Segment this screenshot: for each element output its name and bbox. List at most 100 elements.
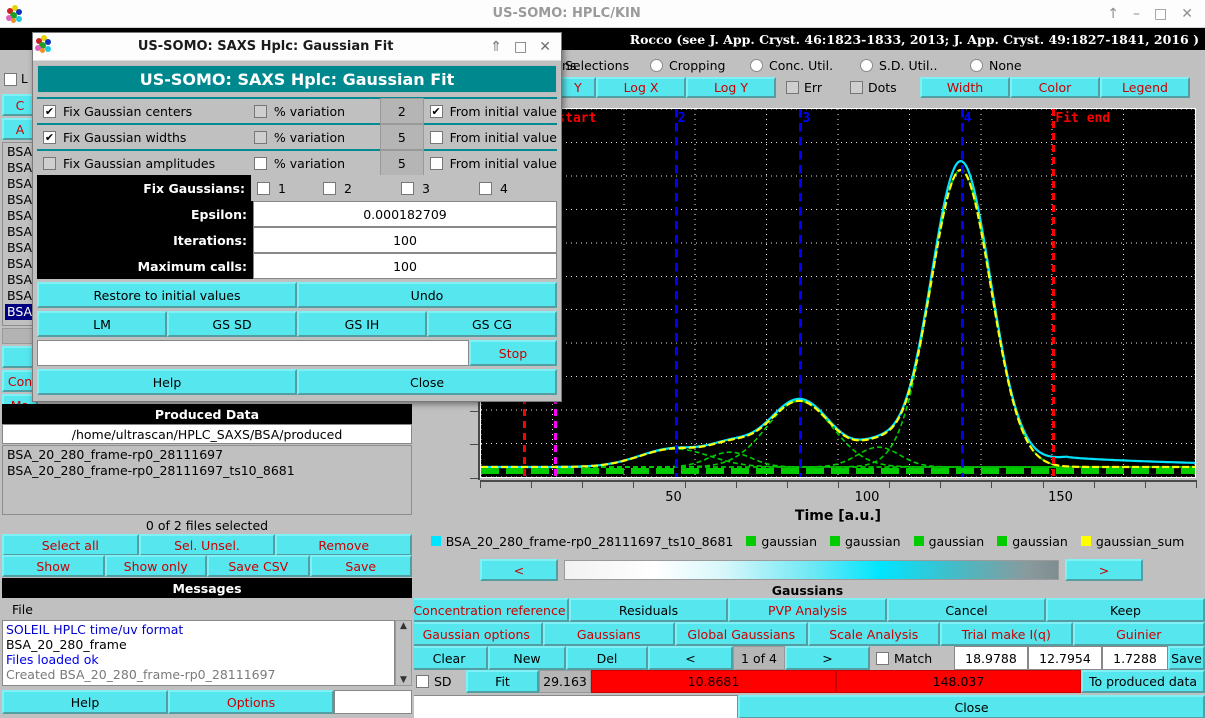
y-tick xyxy=(470,478,478,479)
produced-file-item[interactable]: BSA_20_280_frame-rp0_28111697 xyxy=(5,447,409,463)
gaussians-guinier-button[interactable]: Guinier xyxy=(1073,622,1205,646)
x-axis-title: Time [a.u.] xyxy=(480,508,1196,524)
fit-button[interactable]: Fit xyxy=(466,670,539,693)
log-y-button[interactable]: Log Y xyxy=(686,77,776,98)
file-list-item[interactable]: BSA xyxy=(5,288,35,304)
help-button[interactable]: Help xyxy=(2,690,168,714)
gaussians-cancel-button[interactable]: Cancel xyxy=(887,598,1046,622)
file-list-item[interactable]: BSA xyxy=(5,208,35,224)
gaussian-value-3[interactable]: 1.7288 xyxy=(1102,646,1168,670)
radio-label: Conc. Util. xyxy=(769,58,833,73)
window-close-button[interactable]: ✕ xyxy=(1181,6,1193,22)
window-minimize-button[interactable]: – xyxy=(1133,6,1140,22)
scroll-up-icon[interactable]: ▲ xyxy=(400,621,407,631)
dots-checkbox[interactable] xyxy=(850,81,863,94)
plot-canvas[interactable]: Fit start234Fit end xyxy=(480,108,1196,478)
sd-checkbox[interactable] xyxy=(416,675,429,688)
y-tick xyxy=(470,411,478,412)
produced-file-item[interactable]: BSA_20_280_frame-rp0_28111697_ts10_8681 xyxy=(5,463,409,479)
colorbar-next-button[interactable]: > xyxy=(1065,559,1143,581)
gaussians-footer: Close xyxy=(410,695,1205,718)
prev-gaussian-button[interactable]: < xyxy=(648,646,733,670)
close-main-button[interactable]: Close xyxy=(738,695,1205,718)
gaussians-residuals-button[interactable]: Residuals xyxy=(569,598,728,622)
produced-sel-unsel-button[interactable]: Sel. Unsel. xyxy=(139,534,276,556)
gaussians-scale-analysis-button[interactable]: Scale Analysis xyxy=(808,622,941,646)
file-list-item[interactable]: BSA xyxy=(5,192,35,208)
gaussians-keep-button[interactable]: Keep xyxy=(1046,598,1205,622)
save-gaussians-button[interactable]: Save xyxy=(1168,646,1205,670)
file-list-item[interactable]: BSA xyxy=(5,224,35,240)
plot-legend: BSA_20_280_frame-rp0_28111697_ts10_8681 g… xyxy=(418,531,1205,551)
file-list-item-selected[interactable]: BSA xyxy=(5,304,35,320)
legend-item-1: gaussian xyxy=(746,534,817,549)
axis-y-button[interactable]: Y xyxy=(560,77,596,98)
match-checkbox[interactable] xyxy=(876,652,889,665)
gaussians-trial-make-i-q-button[interactable]: Trial make I(q) xyxy=(940,622,1073,646)
legend-button[interactable]: Legend xyxy=(1100,77,1190,98)
messages-file-menu[interactable]: File xyxy=(2,602,33,617)
gaussian-value-2[interactable]: 12.7954 xyxy=(1028,646,1102,670)
width-button[interactable]: Width xyxy=(920,77,1010,98)
radio-cropping[interactable]: Cropping xyxy=(650,58,750,73)
gaussians-concentration-reference-button[interactable]: Concentration reference xyxy=(410,598,569,622)
legend-item-0: BSA_20_280_frame-rp0_28111697_ts10_8681 xyxy=(431,534,734,549)
color-button[interactable]: Color xyxy=(1010,77,1100,98)
radio-none[interactable]: None xyxy=(970,58,1060,73)
file-list-item[interactable]: BSA xyxy=(5,256,35,272)
options-button[interactable]: Options xyxy=(168,690,334,714)
produced-data-listbox[interactable]: BSA_20_280_frame-rp0_28111697BSA_20_280_… xyxy=(2,445,412,515)
next-gaussian-button[interactable]: > xyxy=(785,646,870,670)
file-list-item[interactable]: BSA xyxy=(5,144,35,160)
radio-button-icon[interactable] xyxy=(860,59,873,72)
del-button[interactable]: Del xyxy=(566,646,648,670)
radio-button-icon[interactable] xyxy=(970,59,983,72)
scroll-down-icon[interactable]: ▼ xyxy=(400,675,407,685)
dots-checkbox-wrap[interactable]: Dots xyxy=(850,80,920,95)
log-x-button[interactable]: Log X xyxy=(596,77,686,98)
match-checkbox-wrap[interactable]: Match xyxy=(870,646,954,670)
err-checkbox-wrap[interactable]: Err xyxy=(786,80,850,95)
legend-label-4: gaussian xyxy=(1012,534,1068,549)
produced-show-button[interactable]: Show xyxy=(2,555,105,577)
gaussian-value-1[interactable]: 18.9788 xyxy=(954,646,1028,670)
err-checkbox[interactable] xyxy=(786,81,799,94)
radio-button-icon[interactable] xyxy=(750,59,763,72)
rmsd-value: 29.163 xyxy=(539,670,591,693)
message-line: Created BSA_20_280_frame-rp0_28111697 xyxy=(6,667,391,682)
clear-button[interactable]: Clear xyxy=(410,646,488,670)
left-partial-checkbox-wrap[interactable]: L xyxy=(4,72,28,86)
produced-save-button[interactable]: Save xyxy=(310,555,413,577)
app-icon xyxy=(4,3,26,25)
file-list-item[interactable]: BSA xyxy=(5,160,35,176)
window-restore-button[interactable]: ↑ xyxy=(1107,6,1119,22)
messages-scrollbar[interactable]: ▲ ▼ xyxy=(395,620,412,686)
to-produced-data-button[interactable]: To produced data xyxy=(1081,670,1205,693)
messages-listbox[interactable]: SOLEIL HPLC time/uv formatBSA_20_280_fra… xyxy=(2,620,395,686)
radio-button-icon[interactable] xyxy=(650,59,663,72)
fit-start-value[interactable]: 10.8681 xyxy=(591,670,836,693)
window-maximize-button[interactable]: □ xyxy=(1154,6,1167,22)
file-list-item[interactable]: BSA xyxy=(5,240,35,256)
new-button[interactable]: New xyxy=(488,646,566,670)
x-tick-minor xyxy=(633,480,634,488)
colorbar-gradient[interactable] xyxy=(564,560,1059,580)
sd-checkbox-wrap[interactable]: SD xyxy=(410,670,466,693)
gaussians-gaussian-options-button[interactable]: Gaussian options xyxy=(410,622,543,646)
fit-end-value[interactable]: 148.037 xyxy=(836,670,1081,693)
gaussian-counter: 1 of 4 xyxy=(733,646,785,670)
colorbar-prev-button[interactable]: < xyxy=(480,559,558,581)
gaussians-pvp-analysis-button[interactable]: PVP Analysis xyxy=(728,598,887,622)
produced-select-all-button[interactable]: Select all xyxy=(2,534,139,556)
left-partial-checkbox[interactable] xyxy=(4,73,17,86)
err-label: Err xyxy=(804,80,822,95)
gaussians-gaussians-button[interactable]: Gaussians xyxy=(543,622,676,646)
produced-remove-button[interactable]: Remove xyxy=(275,534,412,556)
file-list-item[interactable]: BSA xyxy=(5,272,35,288)
produced-show-only-button[interactable]: Show only xyxy=(105,555,208,577)
radio-s-d-util[interactable]: S.D. Util.. xyxy=(860,58,970,73)
file-list-item[interactable]: BSA xyxy=(5,176,35,192)
produced-save-csv-button[interactable]: Save CSV xyxy=(207,555,310,577)
radio-conc-util[interactable]: Conc. Util. xyxy=(750,58,860,73)
gaussians-global-gaussians-button[interactable]: Global Gaussians xyxy=(675,622,808,646)
